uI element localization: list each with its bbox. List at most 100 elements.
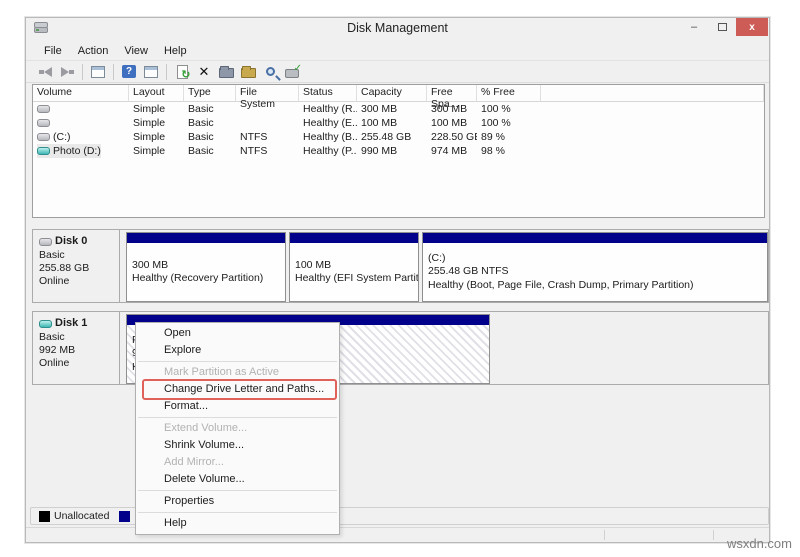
- partition-block[interactable]: (C:)255.48 GB NTFSHealthy (Boot, Page Fi…: [422, 232, 768, 302]
- column-header-capacity[interactable]: Capacity: [357, 85, 427, 102]
- volume-cell[interactable]: [33, 116, 129, 130]
- cell-capacity: 990 MB: [357, 144, 427, 158]
- disk-action-icon[interactable]: [282, 63, 302, 81]
- menu-item-explore[interactable]: Explore: [136, 342, 339, 359]
- column-header-layout[interactable]: Layout: [129, 85, 184, 102]
- cell-pct-free: 100 %: [477, 102, 541, 116]
- window-controls: – x: [680, 18, 768, 36]
- cell-status: Healthy (B...: [299, 130, 357, 144]
- console-window-icon[interactable]: [141, 63, 161, 81]
- legend-label: Unallocated: [54, 510, 109, 522]
- column-header-type[interactable]: Type: [184, 85, 236, 102]
- cell-layout: Simple: [129, 144, 184, 158]
- maximize-button[interactable]: [708, 18, 736, 36]
- cell-capacity: 300 MB: [357, 102, 427, 116]
- menu-item-delete-volume[interactable]: Delete Volume...: [136, 471, 339, 488]
- volume-name-wrap: Photo (D:): [37, 144, 101, 158]
- cell-status: Healthy (P...: [299, 144, 357, 158]
- volume-row[interactable]: SimpleBasicHealthy (E...100 MB100 MB100 …: [33, 116, 764, 130]
- cell-status: Healthy (E...: [299, 116, 357, 130]
- menu-item-open[interactable]: Open: [136, 325, 339, 342]
- menu-item-change-drive-letter-and-paths[interactable]: Change Drive Letter and Paths...: [136, 381, 339, 398]
- partition-block[interactable]: 100 MBHealthy (EFI System Partition: [289, 232, 419, 302]
- volume-row[interactable]: (C:)SimpleBasicNTFSHealthy (B...255.48 G…: [33, 130, 764, 144]
- cell-type: Basic: [184, 144, 236, 158]
- menu-item-extend-volume: Extend Volume...: [136, 420, 339, 437]
- volume-cell[interactable]: Photo (D:): [33, 144, 129, 158]
- disk-label-pane[interactable]: Disk 0Basic255.88 GBOnline: [33, 230, 120, 302]
- disk-icon: [39, 238, 52, 246]
- cell-free-space: 100 MB: [427, 116, 477, 130]
- column-header-file-system[interactable]: File System: [236, 85, 299, 102]
- status-divider: [713, 530, 714, 540]
- volume-name: Photo (D:): [53, 144, 101, 158]
- partition-text-line: 100 MB: [295, 259, 413, 273]
- volume-cell[interactable]: [33, 102, 129, 116]
- find-icon[interactable]: [260, 63, 280, 81]
- volume-drive-icon: [37, 119, 50, 127]
- context-menu-separator: [138, 512, 337, 513]
- help-icon[interactable]: ?: [119, 63, 139, 81]
- menubar-item-help[interactable]: Help: [156, 43, 195, 59]
- open-folder-icon[interactable]: [238, 63, 258, 81]
- partition-text-line: (C:): [428, 252, 762, 266]
- disk-name: Disk 0: [39, 235, 113, 248]
- menubar-item-view[interactable]: View: [116, 43, 156, 59]
- cell-status: Healthy (R...: [299, 102, 357, 116]
- volume-list-header: VolumeLayoutTypeFile SystemStatusCapacit…: [33, 85, 764, 102]
- column-header-free[interactable]: % Free: [477, 85, 541, 102]
- cell-layout: Simple: [129, 102, 184, 116]
- disk-status: Online: [39, 357, 113, 370]
- cell-type: Basic: [184, 102, 236, 116]
- column-header-free-spa[interactable]: Free Spa...: [427, 85, 477, 102]
- volume-drive-icon: [37, 133, 50, 141]
- disk-name-text: Disk 0: [55, 235, 87, 248]
- menu-item-mark-partition-as-active: Mark Partition as Active: [136, 364, 339, 381]
- cell-capacity: 255.48 GB: [357, 130, 427, 144]
- window-title: Disk Management: [26, 21, 769, 35]
- disk-size: 255.88 GB: [39, 262, 113, 275]
- partition-block[interactable]: 300 MBHealthy (Recovery Partition): [126, 232, 286, 302]
- partition-text: (C:)255.48 GB NTFSHealthy (Boot, Page Fi…: [423, 243, 767, 301]
- column-header-volume[interactable]: Volume: [33, 85, 129, 102]
- column-header-status[interactable]: Status: [299, 85, 357, 102]
- menu-item-add-mirror: Add Mirror...: [136, 454, 339, 471]
- properties-folder-icon[interactable]: [216, 63, 236, 81]
- title-bar: Disk Management – x: [26, 18, 769, 42]
- cell-file-system: NTFS: [236, 144, 299, 158]
- menu-item-help[interactable]: Help: [136, 515, 339, 532]
- disk-type: Basic: [39, 249, 113, 262]
- refresh-icon[interactable]: ↻: [172, 63, 192, 81]
- volume-list: VolumeLayoutTypeFile SystemStatusCapacit…: [32, 84, 765, 218]
- volume-cell[interactable]: (C:): [33, 130, 129, 144]
- volume-list-body: SimpleBasicHealthy (R...300 MB300 MB100 …: [33, 102, 764, 158]
- maximize-icon: [718, 23, 727, 31]
- highlight-red-box: [142, 379, 337, 400]
- partition-text-line: Healthy (EFI System Partition: [295, 272, 413, 286]
- minimize-button[interactable]: –: [680, 18, 708, 36]
- column-header-item[interactable]: [541, 85, 764, 102]
- cell-type: Basic: [184, 130, 236, 144]
- console-window-icon[interactable]: [88, 63, 108, 81]
- disk-label-pane[interactable]: Disk 1Basic992 MBOnline: [33, 312, 120, 384]
- volume-name-wrap: [37, 119, 53, 127]
- partition-text-line: Healthy (Boot, Page File, Crash Dump, Pr…: [428, 279, 762, 293]
- forward-icon[interactable]: [57, 63, 77, 81]
- menubar-item-file[interactable]: File: [36, 43, 70, 59]
- close-button[interactable]: x: [736, 18, 768, 36]
- menubar-item-action[interactable]: Action: [70, 43, 117, 59]
- volume-drive-icon: [37, 105, 50, 113]
- legend-swatch: [119, 511, 130, 522]
- toolbar-separator: [113, 64, 114, 80]
- back-icon[interactable]: [35, 63, 55, 81]
- volume-name-wrap: [37, 105, 53, 113]
- menu-item-shrink-volume[interactable]: Shrink Volume...: [136, 437, 339, 454]
- cell-capacity: 100 MB: [357, 116, 427, 130]
- volume-row[interactable]: Photo (D:) SimpleBasicNTFSHealthy (P...99…: [33, 144, 764, 158]
- delete-icon[interactable]: ✕: [194, 63, 214, 81]
- cell-spacer: [541, 102, 764, 116]
- screenshot-stage: Disk Management – x FileActionViewHelp ?…: [0, 0, 800, 557]
- volume-row[interactable]: SimpleBasicHealthy (R...300 MB300 MB100 …: [33, 102, 764, 116]
- menu-item-format[interactable]: Format...: [136, 398, 339, 415]
- menu-item-properties[interactable]: Properties: [136, 493, 339, 510]
